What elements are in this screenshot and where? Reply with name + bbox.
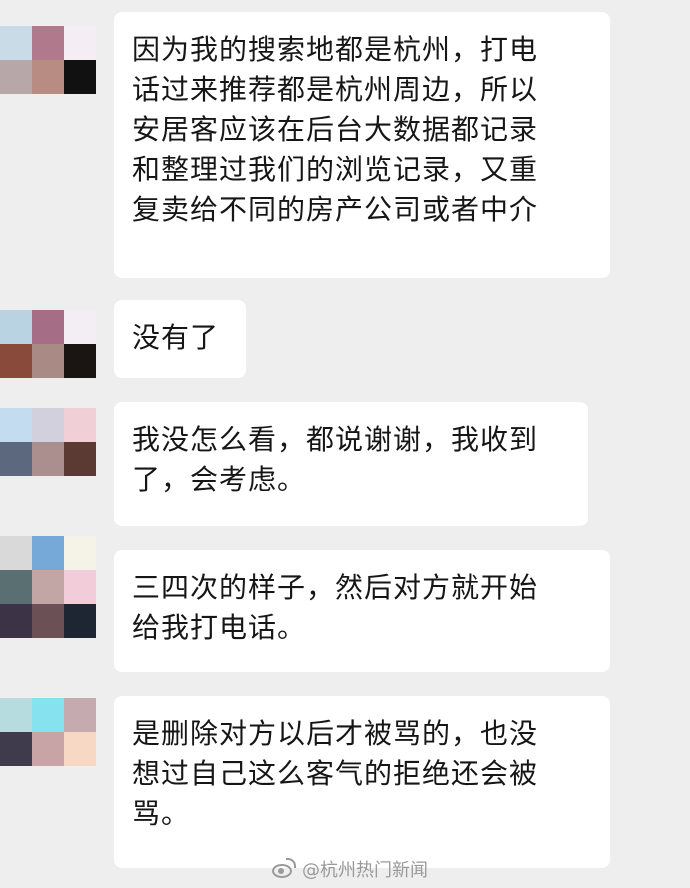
avatar-tile (32, 344, 64, 378)
avatar-tile (0, 408, 32, 442)
avatar-tile (32, 60, 64, 94)
avatar-tile (64, 604, 96, 638)
avatar-tile (32, 310, 64, 344)
avatar-tile (0, 60, 32, 94)
avatar-tile (64, 570, 96, 604)
watermark-text: @杭州热门新闻 (302, 860, 428, 881)
avatar-tile (0, 310, 32, 344)
avatar-tile (64, 408, 96, 442)
avatar[interactable] (0, 536, 96, 638)
avatar-tile (0, 570, 32, 604)
avatar-tile (32, 442, 64, 476)
avatar[interactable] (0, 26, 96, 94)
message-bubble[interactable]: 因为我的搜索地都是杭州，打电 话过来推荐都是杭州周边，所以 安居客应该在后台大数… (114, 12, 610, 278)
avatar-tile (32, 604, 64, 638)
avatar-tile (64, 698, 96, 732)
weibo-icon (270, 858, 296, 880)
avatar-tile (32, 732, 64, 766)
watermark: @杭州热门新闻 (270, 854, 428, 884)
avatar[interactable] (0, 698, 96, 766)
avatar-tile (0, 732, 32, 766)
avatar-tile (0, 344, 32, 378)
avatar-tile (64, 442, 96, 476)
avatar-tile (0, 442, 32, 476)
avatar-tile (0, 26, 32, 60)
avatar-tile (64, 60, 96, 94)
message-bubble[interactable]: 我没怎么看，都说谢谢，我收到 了，会考虑。 (114, 402, 588, 526)
avatar-tile (0, 698, 32, 732)
avatar[interactable] (0, 408, 96, 476)
avatar-tile (64, 536, 96, 570)
avatar-tile (0, 536, 32, 570)
message-bubble[interactable]: 没有了 (114, 300, 246, 378)
avatar-tile (0, 604, 32, 638)
avatar-tile (64, 344, 96, 378)
message-bubble[interactable]: 是删除对方以后才被骂的，也没 想过自己这么客气的拒绝还会被 骂。 (114, 696, 610, 868)
avatar-tile (64, 26, 96, 60)
message-bubble[interactable]: 三四次的样子，然后对方就开始 给我打电话。 (114, 550, 610, 672)
avatar-tile (64, 732, 96, 766)
avatar-tile (32, 570, 64, 604)
avatar-tile (32, 698, 64, 732)
avatar[interactable] (0, 310, 96, 378)
avatar-tile (32, 26, 64, 60)
avatar-tile (32, 408, 64, 442)
avatar-tile (32, 536, 64, 570)
avatar-tile (64, 310, 96, 344)
